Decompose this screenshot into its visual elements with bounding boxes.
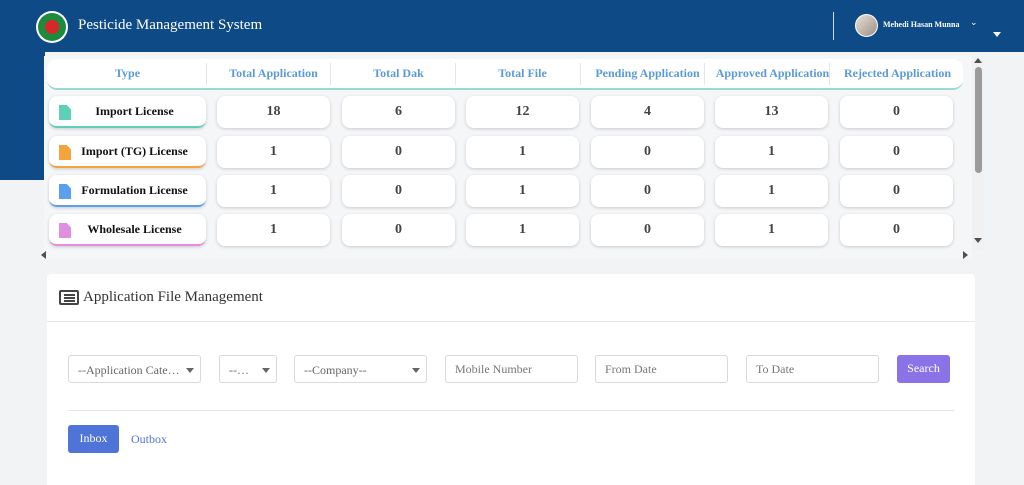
column-header-type: Type [114,66,141,80]
stat-cell[interactable]: 1 [715,214,828,246]
dropdown-arrow-icon [262,368,270,373]
scroll-down-arrow-icon[interactable] [974,238,982,243]
stat-cell[interactable]: 0 [840,214,953,246]
stat-cell[interactable]: 13 [715,96,828,128]
column-header-total-application: Total Application [229,66,318,80]
navbar-dropdown-caret-icon[interactable] [993,32,1001,37]
column-separator [455,63,456,85]
mobile-number-input[interactable]: Mobile Number [445,355,578,383]
stat-cell[interactable]: 1 [466,175,579,207]
column-separator [206,63,207,85]
stat-cell[interactable]: 6 [342,96,455,128]
scroll-right-arrow-icon[interactable] [963,251,968,259]
top-navbar: Pesticide Management System Mehedi Hasan… [0,0,1024,52]
type-card-wholesale-license[interactable]: Wholesale License [49,214,206,246]
type-label: Import License [95,104,174,118]
list-icon [59,290,79,305]
stat-cell[interactable]: 0 [342,136,455,168]
stat-cell[interactable]: 12 [466,96,579,128]
scroll-up-arrow-icon[interactable] [974,58,982,63]
outbox-tab-link[interactable]: Outbox [131,432,167,447]
column-header-approved-application: Approved Application [715,66,830,80]
stat-cell[interactable]: 0 [591,214,704,246]
stat-cell[interactable]: 0 [840,175,953,207]
type-label: Import (TG) License [81,144,188,158]
stat-cell[interactable]: 1 [466,214,579,246]
column-header-rejected-application: Rejected Application [844,66,951,80]
user-avatar[interactable] [855,14,878,37]
company-select[interactable]: --Company-- [294,355,427,383]
select-value: --Application Cate… [78,363,180,377]
stat-cell[interactable]: 1 [217,214,330,246]
navbar-divider [833,12,834,40]
panel-header: Application File Management [47,274,975,322]
column-header-total-file: Total File [498,66,547,80]
column-header-total-dak: Total Dak [373,66,424,80]
from-date-input[interactable]: From Date [595,355,728,383]
dropdown-arrow-icon [412,368,420,373]
search-button[interactable]: Search [897,355,950,383]
government-logo-icon [36,11,68,43]
stat-cell[interactable]: 0 [591,136,704,168]
stat-cell[interactable]: 18 [217,96,330,128]
stat-cell[interactable]: 0 [591,175,704,207]
stat-cell[interactable]: 0 [840,136,953,168]
type-card-formulation-license[interactable]: Formulation License [49,175,206,207]
user-menu-chevron-icon[interactable]: ⌄ [970,17,978,28]
stat-cell[interactable]: 0 [840,96,953,128]
to-date-input[interactable]: To Date [746,355,879,383]
stat-cell[interactable]: 0 [342,214,455,246]
column-separator [330,63,331,85]
inbox-tab-button[interactable]: Inbox [68,425,119,453]
vertical-scrollbar[interactable] [972,56,984,250]
status-select[interactable]: --… [219,355,277,383]
stat-cell[interactable]: 1 [217,175,330,207]
stat-cell[interactable]: 1 [715,136,828,168]
select-value: --… [229,363,249,377]
app-title: Pesticide Management System [78,17,263,33]
type-card-import-license[interactable]: Import License [49,96,206,128]
application-category-select[interactable]: --Application Cate… [68,355,201,383]
dropdown-arrow-icon [186,368,194,373]
section-divider [68,410,954,411]
stat-cell[interactable]: 1 [715,175,828,207]
panel-title: Application File Management [83,289,263,305]
scrollbar-thumb[interactable] [975,67,982,173]
column-separator [580,63,581,85]
type-card-import-tg-license[interactable]: Import (TG) License [49,136,206,168]
user-name[interactable]: Mehedi Hasan Munna [883,20,959,29]
type-label: Wholesale License [87,222,182,236]
scroll-left-arrow-icon[interactable] [41,251,46,259]
type-label: Formulation License [81,183,188,197]
stat-cell[interactable]: 4 [591,96,704,128]
stat-cell[interactable]: 0 [342,175,455,207]
stat-cell[interactable]: 1 [466,136,579,168]
column-header-pending-application: Pending Application [595,66,700,80]
column-separator [704,63,705,85]
column-separator [829,63,830,85]
select-value: --Company-- [304,363,367,377]
stat-cell[interactable]: 1 [217,136,330,168]
header-backdrop [0,52,45,180]
